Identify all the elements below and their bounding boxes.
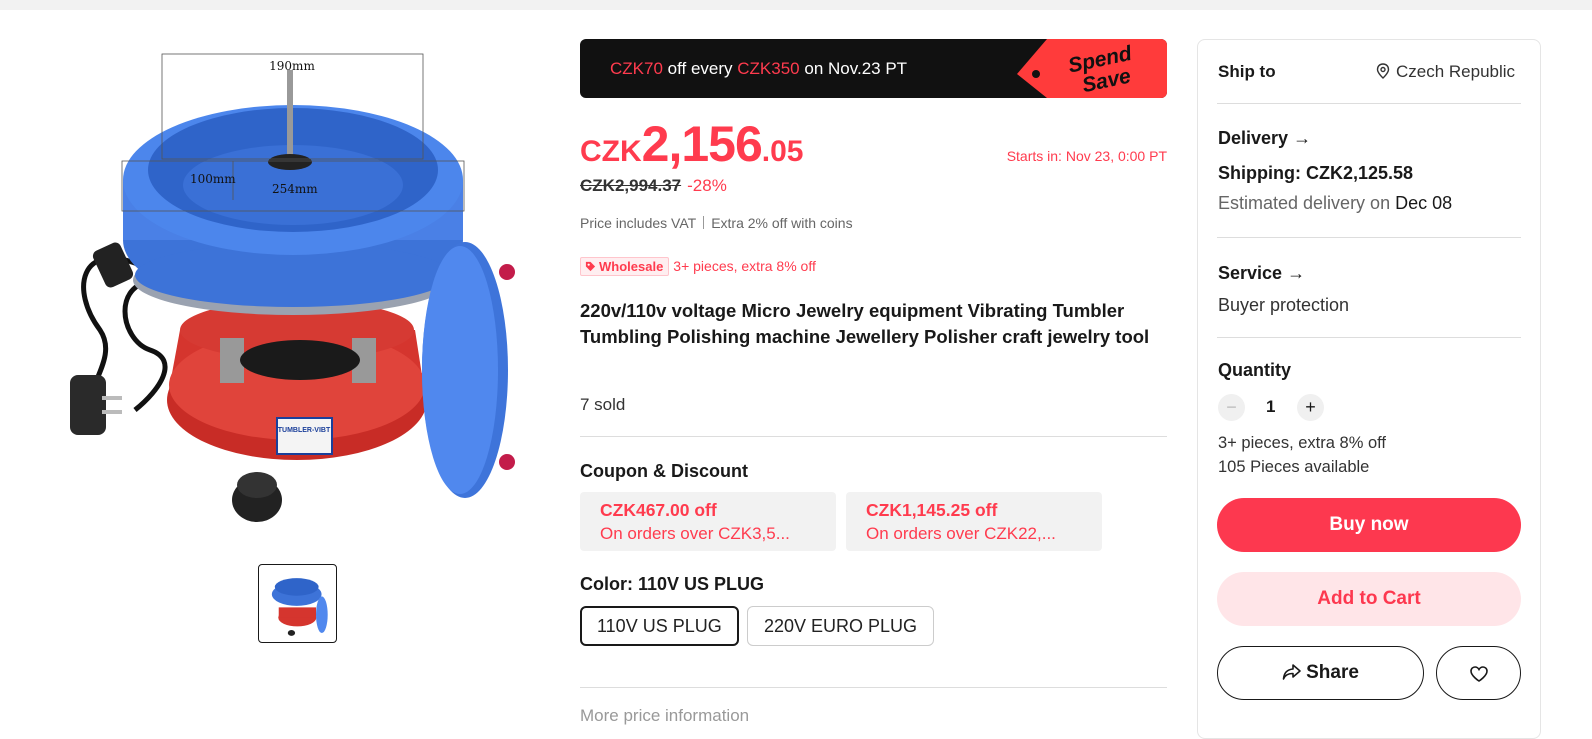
vat-note: Price includes VAT Extra 2% off with coin… xyxy=(580,215,853,231)
add-to-cart-button[interactable]: Add to Cart xyxy=(1217,572,1521,626)
original-price-row: CZK2,994.37 -28% xyxy=(580,176,727,196)
divider xyxy=(1217,103,1521,104)
discount-percent: -28% xyxy=(687,176,727,195)
current-price: CZK2,156.05 xyxy=(580,116,804,172)
promo-banner[interactable]: CZK70 off every CZK350 on Nov.23 PT Spen… xyxy=(580,39,1167,98)
shipping-cost: Shipping: CZK2,125.58 xyxy=(1218,163,1414,183)
coupon-condition: On orders over CZK3,5... xyxy=(600,524,790,543)
quantity-increase-button[interactable]: + xyxy=(1297,394,1324,421)
color-heading: Color: 110V US PLUG xyxy=(580,574,765,594)
coupon-2[interactable]: CZK1,145.25 off On orders over CZK22,... xyxy=(846,492,1102,551)
sale-start-time: Starts in: Nov 23, 0:00 PT xyxy=(1006,148,1167,164)
ship-to-country[interactable]: Czech Republic xyxy=(1376,62,1515,82)
arrow-right-icon: → xyxy=(1287,263,1306,283)
divider xyxy=(580,436,1167,437)
tag-icon xyxy=(585,261,596,272)
service-link[interactable]: Service → xyxy=(1218,263,1305,284)
product-main-image[interactable]: TUMBLER-VIBT 190mm 100mm 254mm xyxy=(40,30,550,550)
coupon-1[interactable]: CZK467.00 off On orders over CZK3,5... xyxy=(580,492,836,551)
estimated-delivery: Estimated delivery on Dec 08 xyxy=(1218,193,1453,213)
pieces-available: 105 Pieces available xyxy=(1218,458,1370,476)
color-option-220v[interactable]: 220V EURO PLUG xyxy=(747,606,935,646)
more-price-info-link[interactable]: More price information xyxy=(580,706,749,726)
coupon-condition: On orders over CZK22,... xyxy=(866,524,1056,543)
dim-height: 190mm xyxy=(269,59,315,73)
arrow-right-icon: → xyxy=(1293,128,1312,148)
dim-depth: 100mm xyxy=(190,172,236,186)
coupon-amount: CZK1,145.25 off xyxy=(866,500,998,520)
color-option-110v[interactable]: 110V US PLUG xyxy=(580,606,739,646)
heart-icon xyxy=(1470,666,1488,682)
thumbnail-image xyxy=(271,578,328,636)
share-icon xyxy=(1282,664,1301,680)
thumbnail-1[interactable] xyxy=(258,564,337,643)
quantity-decrease-button[interactable]: − xyxy=(1218,394,1245,421)
quantity-value[interactable]: 1 xyxy=(1266,397,1275,417)
original-price: CZK2,994.37 xyxy=(580,176,682,195)
divider xyxy=(580,687,1167,688)
quantity-note: 3+ pieces, extra 8% off xyxy=(1218,434,1387,452)
dim-diameter: 254mm xyxy=(272,182,318,196)
divider xyxy=(1217,237,1521,238)
sold-count: 7 sold xyxy=(580,395,626,414)
wishlist-button[interactable] xyxy=(1436,646,1521,700)
product-title: 220v/110v voltage Micro Jewelry equipmen… xyxy=(580,300,1150,347)
service-value: Buyer protection xyxy=(1218,295,1350,315)
share-button[interactable]: Share xyxy=(1217,646,1424,700)
coupon-heading: Coupon & Discount xyxy=(580,461,748,481)
location-pin-icon xyxy=(1376,63,1390,79)
top-bar xyxy=(0,0,1592,10)
quantity-label: Quantity xyxy=(1218,360,1292,380)
ship-to-label: Ship to xyxy=(1218,62,1276,81)
machine-label: TUMBLER-VIBT xyxy=(278,427,331,434)
spend-save-tag: Spend Save xyxy=(1017,39,1167,98)
coupon-amount: CZK467.00 off xyxy=(600,500,717,520)
delivery-link[interactable]: Delivery → xyxy=(1218,128,1311,149)
wholesale-row: Wholesale 3+ pieces, extra 8% off xyxy=(580,257,816,277)
promo-text: CZK70 off every CZK350 on Nov.23 PT xyxy=(610,59,908,78)
divider xyxy=(1217,337,1521,338)
wholesale-badge: Wholesale xyxy=(580,257,670,276)
buy-now-button[interactable]: Buy now xyxy=(1217,498,1521,552)
tumbler-illustration: TUMBLER-VIBT 190mm 100mm 254mm xyxy=(70,53,515,522)
